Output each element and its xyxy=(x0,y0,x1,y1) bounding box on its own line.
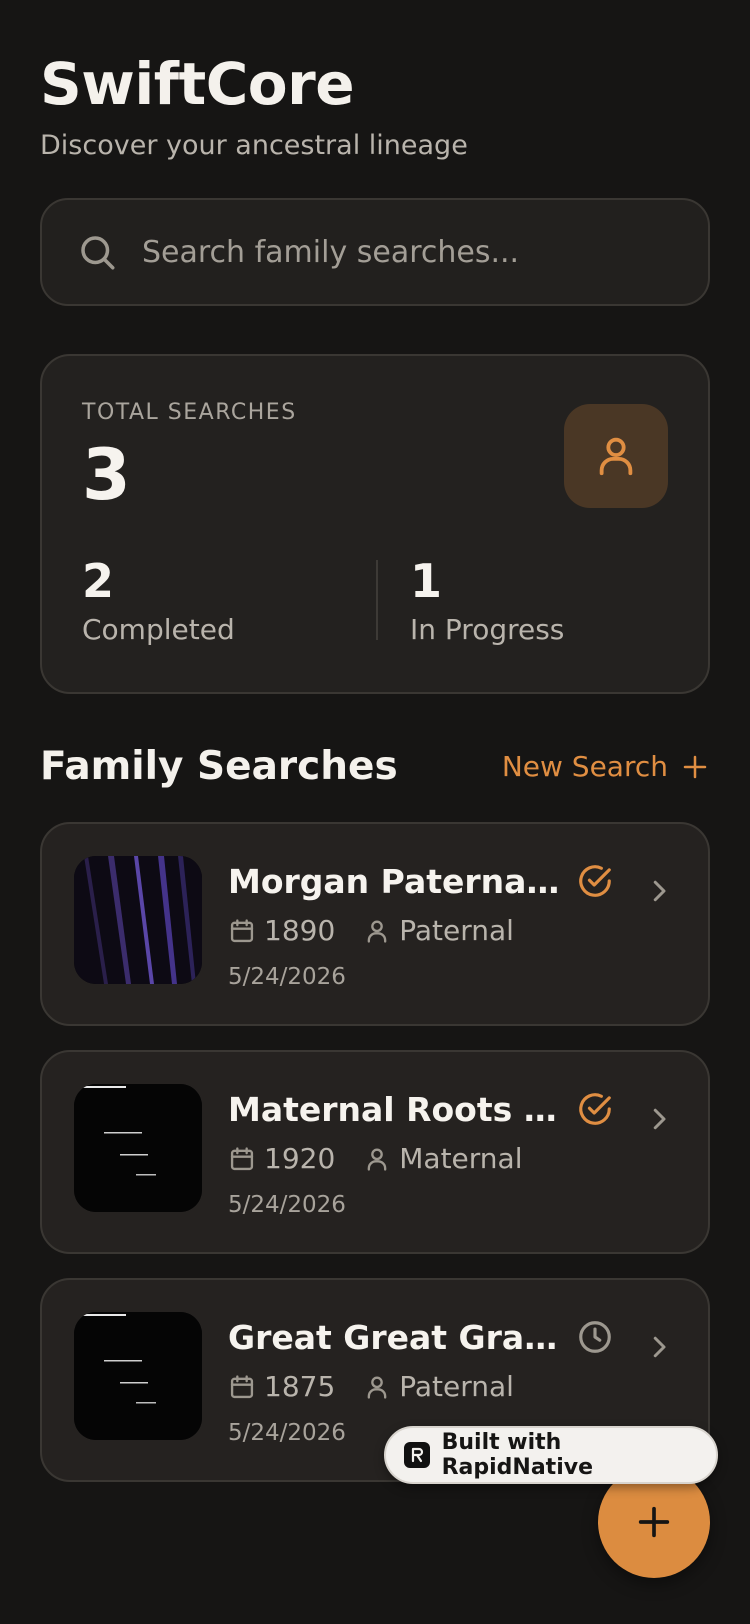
chevron-right-icon[interactable] xyxy=(644,1332,674,1362)
check-circle-icon xyxy=(579,865,611,897)
new-search-button[interactable]: New Search xyxy=(502,750,710,783)
search-thumbnail xyxy=(74,1084,202,1212)
plus-icon xyxy=(638,1506,670,1538)
calendar-icon xyxy=(230,1146,254,1170)
completed-stat: 2 Completed xyxy=(82,556,235,646)
search-title: Morgan Paternal Li... xyxy=(228,862,568,901)
search-card[interactable]: Morgan Paternal Li... 1890 Paternal 5/24… xyxy=(40,822,710,1026)
chevron-right-icon[interactable] xyxy=(644,876,674,906)
completed-count: 2 xyxy=(82,554,115,608)
search-date: 5/24/2026 xyxy=(228,1420,346,1446)
stats-total: 3 xyxy=(82,434,131,516)
search-thumbnail xyxy=(74,1312,202,1440)
search-meta: 1920 Maternal xyxy=(228,1142,523,1175)
new-search-label: New Search xyxy=(501,750,668,783)
built-with-badge[interactable]: Built with RapidNative xyxy=(384,1426,718,1484)
badge-label: Built with RapidNative xyxy=(441,1430,593,1480)
chevron-right-icon[interactable] xyxy=(644,1104,674,1134)
stats-card: TOTAL SEARCHES 3 2 Completed 1 In Progre… xyxy=(40,354,710,694)
stat-divider xyxy=(376,560,378,640)
search-card[interactable]: Maternal Roots 1920 1920 Maternal 5/24/2… xyxy=(40,1050,710,1254)
app-subtitle: Discover your ancestral lineage xyxy=(40,130,468,161)
person-icon xyxy=(367,1376,387,1399)
search-title: Maternal Roots 1920 xyxy=(228,1090,568,1129)
search-title: Great Great Grand... xyxy=(228,1318,568,1357)
search-date: 5/24/2026 xyxy=(228,964,346,990)
person-icon xyxy=(367,1148,387,1171)
search-thumbnail xyxy=(74,856,202,984)
in-progress-count: 1 xyxy=(410,554,443,608)
user-icon xyxy=(599,437,633,476)
search-meta: 1875 Paternal xyxy=(228,1370,514,1403)
search-icon xyxy=(81,236,115,270)
search-year: 1875 xyxy=(264,1370,336,1403)
check-circle-icon xyxy=(579,1093,611,1125)
search-date: 5/24/2026 xyxy=(228,1192,346,1218)
search-lineage: Maternal xyxy=(399,1142,523,1175)
search-input[interactable] xyxy=(142,234,662,270)
search-bar[interactable] xyxy=(40,198,710,306)
stats-badge xyxy=(564,404,668,508)
search-year: 1890 xyxy=(264,914,336,947)
section-title: Family Searches xyxy=(40,744,398,789)
search-year: 1920 xyxy=(264,1142,336,1175)
calendar-icon xyxy=(230,918,254,942)
in-progress-label: In Progress xyxy=(410,612,565,646)
search-meta: 1890 Paternal xyxy=(228,914,514,947)
search-lineage: Paternal xyxy=(399,914,514,947)
completed-label: Completed xyxy=(82,612,235,646)
clock-icon xyxy=(579,1321,611,1353)
rapidnative-logo-icon xyxy=(404,1442,430,1468)
person-icon xyxy=(367,920,387,943)
search-lineage: Paternal xyxy=(399,1370,514,1403)
in-progress-stat: 1 In Progress xyxy=(410,556,564,646)
plus-icon xyxy=(683,755,707,778)
calendar-icon xyxy=(230,1374,254,1398)
app-title: SwiftCore xyxy=(40,50,355,118)
stats-label: TOTAL SEARCHES xyxy=(82,400,297,425)
